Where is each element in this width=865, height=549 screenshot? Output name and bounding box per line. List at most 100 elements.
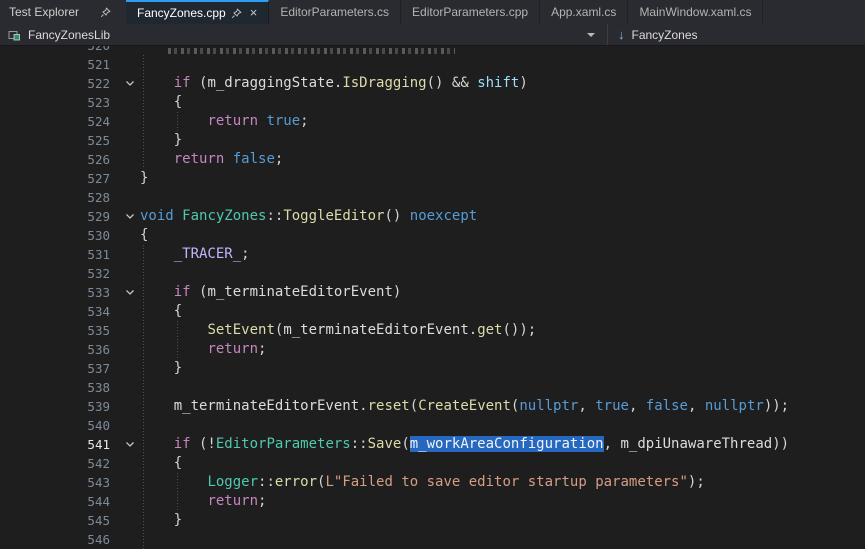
line-number[interactable]: 529 bbox=[0, 207, 120, 226]
code-text[interactable]: return; bbox=[140, 340, 865, 359]
code-text[interactable]: } bbox=[140, 131, 865, 150]
line-number[interactable]: 531 bbox=[0, 245, 120, 264]
line-number[interactable]: 537 bbox=[0, 359, 120, 378]
code-text[interactable]: } bbox=[140, 511, 865, 530]
code-area[interactable]: 520521522 if (m_draggingState.IsDragging… bbox=[0, 46, 865, 549]
code-line[interactable]: 522 if (m_draggingState.IsDragging() && … bbox=[0, 74, 865, 93]
line-number[interactable]: 521 bbox=[0, 55, 120, 74]
pin-icon[interactable] bbox=[100, 7, 111, 18]
line-number[interactable]: 538 bbox=[0, 378, 120, 397]
tab-app-xaml-cs[interactable]: App.xaml.cs bbox=[540, 0, 628, 24]
code-line[interactable]: 524 return true; bbox=[0, 112, 865, 131]
code-line[interactable]: 526 return false; bbox=[0, 150, 865, 169]
line-number[interactable]: 520 bbox=[0, 46, 120, 55]
code-text[interactable]: return true; bbox=[140, 112, 865, 131]
code-line[interactable]: 540 bbox=[0, 416, 865, 435]
code-line[interactable]: 520 bbox=[0, 46, 865, 55]
fold-chevron-icon[interactable] bbox=[120, 207, 140, 226]
line-number[interactable]: 522 bbox=[0, 74, 120, 93]
code-line[interactable]: 536 return; bbox=[0, 340, 865, 359]
code-line[interactable]: 545 } bbox=[0, 511, 865, 530]
fold-chevron-icon[interactable] bbox=[120, 74, 140, 93]
line-number[interactable]: 546 bbox=[0, 530, 120, 549]
code-text[interactable]: SetEvent(m_terminateEditorEvent.get()); bbox=[140, 321, 865, 340]
line-number[interactable]: 541 bbox=[0, 435, 120, 454]
code-text[interactable] bbox=[140, 55, 865, 74]
line-number[interactable]: 535 bbox=[0, 321, 120, 340]
code-text[interactable]: } bbox=[140, 359, 865, 378]
code-line[interactable]: 541 if (!EditorParameters::Save(m_workAr… bbox=[0, 435, 865, 454]
code-text[interactable]: _TRACER_; bbox=[140, 245, 865, 264]
code-text[interactable] bbox=[140, 530, 865, 549]
code-text[interactable]: if (m_terminateEditorEvent) bbox=[140, 283, 865, 302]
code-line[interactable]: 530 { bbox=[0, 226, 865, 245]
line-number[interactable]: 545 bbox=[0, 511, 120, 530]
code-line[interactable]: 527} bbox=[0, 169, 865, 188]
code-line[interactable]: 535 SetEvent(m_terminateEditorEvent.get(… bbox=[0, 321, 865, 340]
code-text[interactable]: void FancyZones::ToggleEditor() noexcept bbox=[140, 207, 865, 226]
fold-chevron-icon[interactable] bbox=[120, 283, 140, 302]
tab-editorparameters-cs[interactable]: EditorParameters.cs bbox=[269, 0, 401, 24]
code-line[interactable]: 523 { bbox=[0, 93, 865, 112]
line-number[interactable]: 526 bbox=[0, 150, 120, 169]
line-number[interactable]: 542 bbox=[0, 454, 120, 473]
code-text[interactable]: return false; bbox=[140, 150, 865, 169]
code-text[interactable]: } bbox=[140, 169, 865, 188]
code-line[interactable]: 537 } bbox=[0, 359, 865, 378]
line-number[interactable]: 534 bbox=[0, 302, 120, 321]
line-number[interactable]: 533 bbox=[0, 283, 120, 302]
project-dropdown[interactable]: FancyZonesLib bbox=[0, 24, 608, 45]
line-number[interactable]: 540 bbox=[0, 416, 120, 435]
code-line[interactable]: 533 if (m_terminateEditorEvent) bbox=[0, 283, 865, 302]
code-text[interactable]: if (m_draggingState.IsDragging() && shif… bbox=[140, 74, 865, 93]
code-line[interactable]: 543 Logger::error(L"Failed to save edito… bbox=[0, 473, 865, 492]
code-line[interactable]: 538 bbox=[0, 378, 865, 397]
code-text[interactable] bbox=[140, 188, 865, 207]
code-text[interactable]: { bbox=[140, 226, 865, 245]
line-number[interactable]: 536 bbox=[0, 340, 120, 359]
line-number[interactable]: 543 bbox=[0, 473, 120, 492]
tab-editorparameters-cpp[interactable]: EditorParameters.cpp bbox=[401, 0, 540, 24]
code-line[interactable]: 544 return; bbox=[0, 492, 865, 511]
code-text[interactable] bbox=[140, 378, 865, 397]
code-text[interactable]: m_terminateEditorEvent.reset(CreateEvent… bbox=[140, 397, 865, 416]
line-number[interactable]: 524 bbox=[0, 112, 120, 131]
code-line[interactable]: 534 { bbox=[0, 302, 865, 321]
chevron-down-icon[interactable] bbox=[587, 33, 595, 37]
code-text[interactable]: { bbox=[140, 302, 865, 321]
line-number[interactable]: 530 bbox=[0, 226, 120, 245]
line-number[interactable]: 527 bbox=[0, 169, 120, 188]
code-line[interactable]: 539 m_terminateEditorEvent.reset(CreateE… bbox=[0, 397, 865, 416]
code-line[interactable]: 542 { bbox=[0, 454, 865, 473]
tab-mainwindow-xaml-cs[interactable]: MainWindow.xaml.cs bbox=[628, 0, 763, 24]
code-line[interactable]: 531 _TRACER_; bbox=[0, 245, 865, 264]
tab-fancyzones-cpp[interactable]: FancyZones.cpp× bbox=[126, 0, 269, 24]
code-text[interactable]: { bbox=[140, 454, 865, 473]
code-line[interactable]: 525 } bbox=[0, 131, 865, 150]
line-number[interactable]: 528 bbox=[0, 188, 120, 207]
line-number[interactable]: 539 bbox=[0, 397, 120, 416]
member-dropdown[interactable]: ↓ FancyZones bbox=[608, 24, 865, 45]
tab-label: MainWindow.xaml.cs bbox=[639, 5, 751, 19]
code-line[interactable]: 521 bbox=[0, 55, 865, 74]
code-line[interactable]: 532 bbox=[0, 264, 865, 283]
line-number[interactable]: 525 bbox=[0, 131, 120, 150]
tab-test-explorer[interactable]: Test Explorer bbox=[0, 0, 120, 24]
pin-icon[interactable] bbox=[231, 8, 242, 19]
fold-gutter bbox=[120, 46, 140, 55]
code-line[interactable]: 529 void FancyZones::ToggleEditor() noexc… bbox=[0, 207, 865, 226]
fold-chevron-icon[interactable] bbox=[120, 435, 140, 454]
code-text[interactable]: { bbox=[140, 93, 865, 112]
code-text[interactable] bbox=[140, 264, 865, 283]
line-number[interactable]: 523 bbox=[0, 93, 120, 112]
close-icon[interactable]: × bbox=[250, 7, 258, 19]
code-line[interactable]: 546 bbox=[0, 530, 865, 549]
code-text[interactable]: return; bbox=[140, 492, 865, 511]
line-number[interactable]: 544 bbox=[0, 492, 120, 511]
code-line[interactable]: 528 bbox=[0, 188, 865, 207]
line-number[interactable]: 532 bbox=[0, 264, 120, 283]
code-text[interactable] bbox=[140, 416, 865, 435]
code-text[interactable]: if (!EditorParameters::Save(m_workAreaCo… bbox=[140, 435, 865, 454]
code-token: return bbox=[174, 151, 225, 167]
code-text[interactable]: Logger::error(L"Failed to save editor st… bbox=[140, 473, 865, 492]
